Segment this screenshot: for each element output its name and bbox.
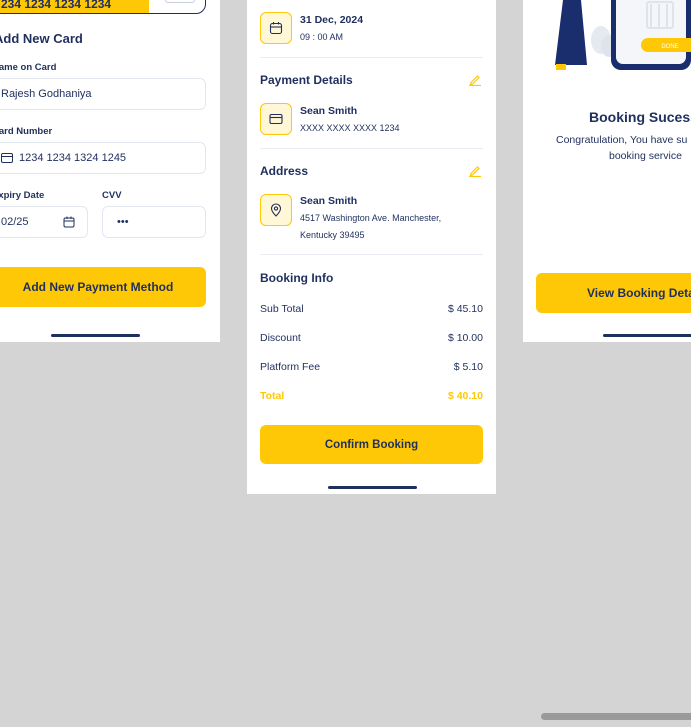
calendar-icon (269, 22, 283, 35)
address-icon-box (260, 194, 292, 226)
total-value: $ 40.10 (447, 390, 483, 402)
subtotal-label: Sub Total (260, 303, 304, 315)
address-title: Address (260, 164, 309, 178)
divider (260, 254, 483, 255)
date-icon-box (260, 12, 292, 44)
booking-info-title: Booking Info (260, 271, 334, 285)
card-number-value: 1234 1234 1324 1245 (19, 152, 127, 164)
card-number-label: Card Number (0, 126, 53, 137)
cvv-value: ••• (117, 216, 129, 228)
cvv-field[interactable]: ••• (102, 206, 206, 238)
booking-success-screen: DONE Booking Sucess Congratulation, You … (523, 0, 691, 342)
total-label: Total (260, 390, 285, 402)
divider (260, 57, 483, 58)
saved-card-strip[interactable]: 234 1234 1234 1234 (0, 0, 206, 14)
payment-name: Sean Smith (300, 105, 358, 117)
cvv-label: CVV (102, 190, 122, 201)
payment-icon-box (260, 103, 292, 135)
confirm-booking-button[interactable]: Confirm Booking (260, 425, 483, 464)
card-select-box[interactable] (165, 0, 195, 3)
view-booking-details-button[interactable]: View Booking Deta (536, 273, 691, 313)
calendar-icon[interactable] (63, 216, 75, 228)
add-payment-method-button[interactable]: Add New Payment Method (0, 267, 206, 307)
success-title: Booking Sucess (589, 109, 691, 125)
payment-details-title: Payment Details (260, 73, 353, 87)
home-indicator (51, 334, 140, 337)
card-number-field[interactable]: 1234 1234 1324 1245 (0, 142, 206, 174)
booking-summary-screen: 31 Dec, 2024 09 : 00 AM Payment Details … (247, 0, 496, 494)
home-indicator (603, 334, 691, 337)
edit-address-icon[interactable] (468, 163, 482, 177)
address-line-2: Kentucky 39495 (300, 230, 365, 240)
credit-card-icon (1, 153, 13, 163)
address-name: Sean Smith (300, 195, 358, 207)
platform-fee-label: Platform Fee (260, 361, 321, 373)
expiry-value: 02/25 (1, 216, 29, 228)
success-message-line-1: Congratulation, You have su (556, 134, 688, 146)
name-value: Rajesh Godhaniya (1, 88, 92, 100)
divider (260, 148, 483, 149)
expiry-field[interactable]: 02/25 (0, 206, 88, 238)
discount-label: Discount (260, 332, 301, 344)
phone-button-label: DONE (661, 44, 678, 50)
horizontal-scrollbar[interactable] (541, 713, 691, 720)
subtotal-value: $ 45.10 (447, 303, 483, 315)
name-label: Name on Card (0, 62, 57, 73)
name-field[interactable]: Rajesh Godhaniya (0, 78, 206, 110)
discount-value: $ 10.00 (447, 332, 483, 344)
credit-card-icon (269, 113, 283, 125)
payment-card-number: XXXX XXXX XXXX 1234 (300, 123, 400, 133)
platform-fee-value: $ 5.10 (453, 361, 483, 373)
success-illustration: DONE (555, 0, 691, 70)
add-card-screen: 234 1234 1234 1234 Add New Card Name on … (0, 0, 220, 342)
expiry-label: Expiry Date (0, 190, 45, 201)
saved-card-number: 234 1234 1234 1234 (0, 0, 149, 13)
location-pin-icon (270, 203, 282, 217)
add-card-title: Add New Card (0, 31, 83, 46)
booking-date: 31 Dec, 2024 (300, 14, 364, 26)
edit-payment-icon[interactable] (468, 72, 482, 86)
address-line-1: 4517 Washington Ave. Manchester, (300, 213, 442, 223)
booking-time: 09 : 00 AM (300, 32, 344, 42)
home-indicator (328, 486, 417, 489)
success-message-line-2: booking service (609, 150, 682, 162)
